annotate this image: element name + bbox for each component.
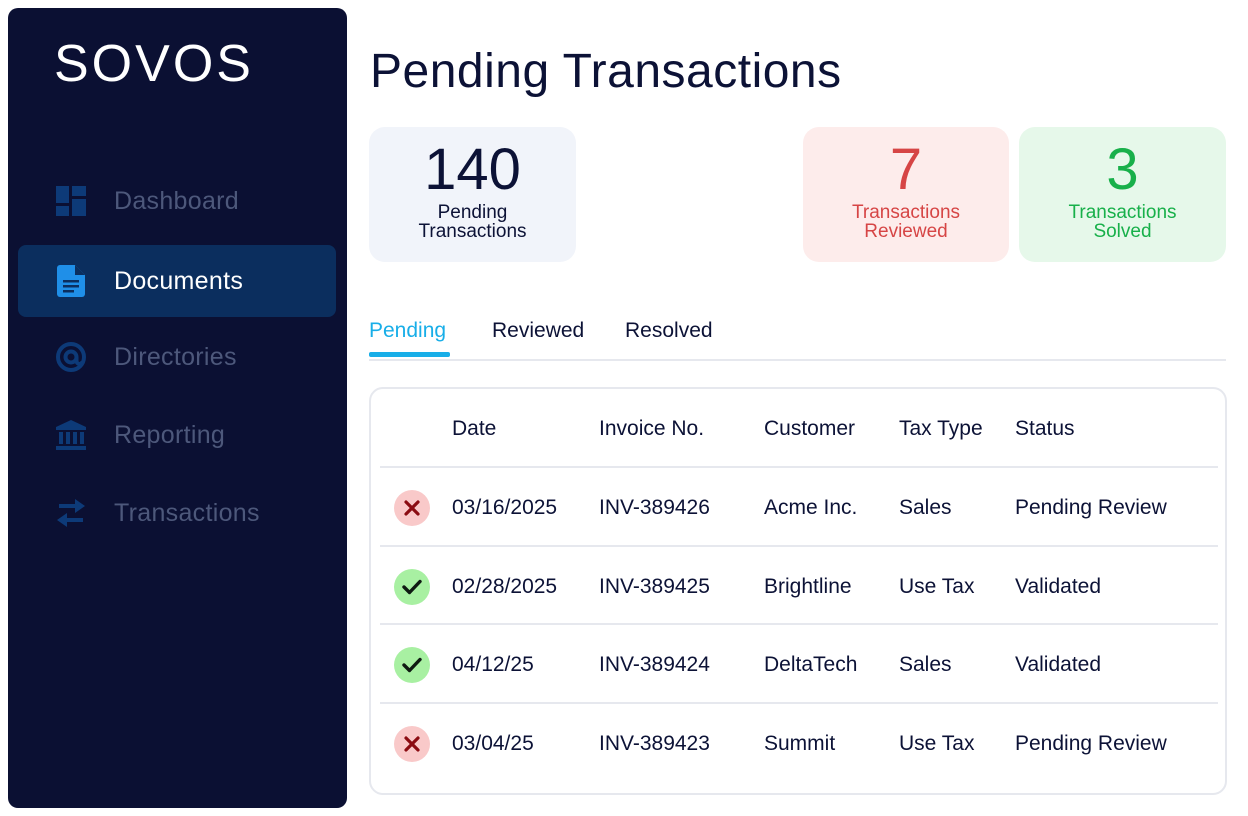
table-header-row: Date Invoice No. Customer Tax Type Statu… [380, 389, 1218, 468]
sidebar-item-reporting[interactable]: Reporting [18, 399, 336, 471]
reviewed-count: 7 [889, 137, 923, 202]
bank-icon [54, 418, 88, 452]
solved-label-line2: Solved [1093, 221, 1152, 242]
row-tax-type: Sales [899, 652, 952, 676]
document-icon [54, 264, 88, 298]
transactions-table: Date Invoice No. Customer Tax Type Statu… [369, 387, 1227, 795]
sidebar-item-label: Transactions [114, 498, 260, 527]
table-row[interactable]: 04/12/25 INV-389424 DeltaTech Sales Vali… [380, 623, 1218, 702]
row-status: Pending Review [1015, 495, 1167, 519]
row-status: Pending Review [1015, 731, 1167, 755]
sidebar-item-label: Reporting [114, 420, 226, 449]
column-header-customer[interactable]: Customer [764, 389, 855, 468]
sidebar: SOVOS Dashboard Documents Directories Re… [8, 8, 347, 808]
row-tax-type: Sales [899, 495, 952, 519]
at-sign-icon [54, 340, 88, 374]
solved-label: Transactions Solved [1019, 203, 1226, 241]
reviewed-summary-card: 7 Transactions Reviewed [803, 127, 1009, 262]
table-row[interactable]: 03/04/25 INV-389423 Summit Use Tax Pendi… [380, 702, 1218, 781]
tab-resolved[interactable]: Resolved [625, 319, 713, 343]
row-invoice: INV-389424 [599, 652, 710, 676]
table-row[interactable]: 02/28/2025 INV-389425 Brightline Use Tax… [380, 545, 1218, 624]
column-header-tax-type[interactable]: Tax Type [899, 389, 983, 468]
reviewed-label-line1: Transactions [851, 202, 961, 223]
tab-bar: Pending Reviewed Resolved [369, 316, 1226, 361]
check-icon [394, 646, 430, 683]
pending-summary-card: 140 Pending Transactions [369, 127, 576, 262]
row-date: 03/04/25 [452, 731, 534, 755]
page-title: Pending Transactions [370, 45, 842, 98]
sidebar-item-dashboard[interactable]: Dashboard [18, 165, 336, 237]
sidebar-item-documents[interactable]: Documents [18, 245, 336, 317]
x-icon [394, 725, 430, 762]
pending-count: 140 [424, 137, 521, 202]
sidebar-item-directories[interactable]: Directories [18, 321, 336, 393]
pending-label: Pending Transactions [369, 203, 576, 241]
column-header-invoice[interactable]: Invoice No. [599, 389, 704, 468]
sidebar-item-label: Documents [114, 266, 244, 295]
row-date: 04/12/25 [452, 652, 534, 676]
pending-label-line2: Transactions [418, 221, 527, 242]
sovos-logo[interactable]: SOVOS [54, 38, 254, 90]
sidebar-item-transactions[interactable]: Transactions [18, 477, 336, 549]
column-header-status[interactable]: Status [1015, 389, 1075, 468]
row-invoice: INV-389426 [599, 495, 710, 519]
row-invoice: INV-389425 [599, 574, 710, 598]
tab-reviewed[interactable]: Reviewed [492, 319, 584, 343]
row-customer: Summit [764, 731, 836, 755]
row-tax-type: Use Tax [899, 731, 975, 755]
reviewed-label-line2: Reviewed [864, 221, 948, 242]
row-status-cell [394, 547, 432, 626]
transfer-arrows-icon [54, 496, 88, 530]
check-icon [394, 568, 430, 605]
row-date: 03/16/2025 [452, 495, 558, 519]
solved-summary-card: 3 Transactions Solved [1019, 127, 1226, 262]
tab-pending[interactable]: Pending [369, 319, 446, 343]
sidebar-item-label: Dashboard [114, 186, 240, 215]
row-status-cell [394, 468, 432, 547]
x-icon [394, 489, 430, 526]
row-status-cell [394, 625, 432, 704]
solved-label-line1: Transactions [1068, 202, 1177, 223]
row-customer: DeltaTech [764, 652, 858, 676]
reviewed-label: Transactions Reviewed [803, 203, 1009, 241]
solved-count: 3 [1106, 137, 1139, 202]
row-customer: Acme Inc. [764, 495, 858, 519]
row-customer: Brightline [764, 574, 852, 598]
dashboard-icon [54, 184, 88, 218]
row-tax-type: Use Tax [899, 574, 975, 598]
pending-label-line1: Pending [437, 202, 508, 223]
row-status-cell [394, 704, 432, 783]
sidebar-item-label: Directories [114, 342, 237, 371]
table-row[interactable]: 03/16/2025 INV-389426 Acme Inc. Sales Pe… [380, 466, 1218, 545]
row-status: Validated [1015, 652, 1102, 676]
row-date: 02/28/2025 [452, 574, 558, 598]
row-status: Validated [1015, 574, 1102, 598]
row-invoice: INV-389423 [599, 731, 710, 755]
column-header-date[interactable]: Date [452, 389, 496, 468]
active-tab-indicator [369, 352, 450, 357]
